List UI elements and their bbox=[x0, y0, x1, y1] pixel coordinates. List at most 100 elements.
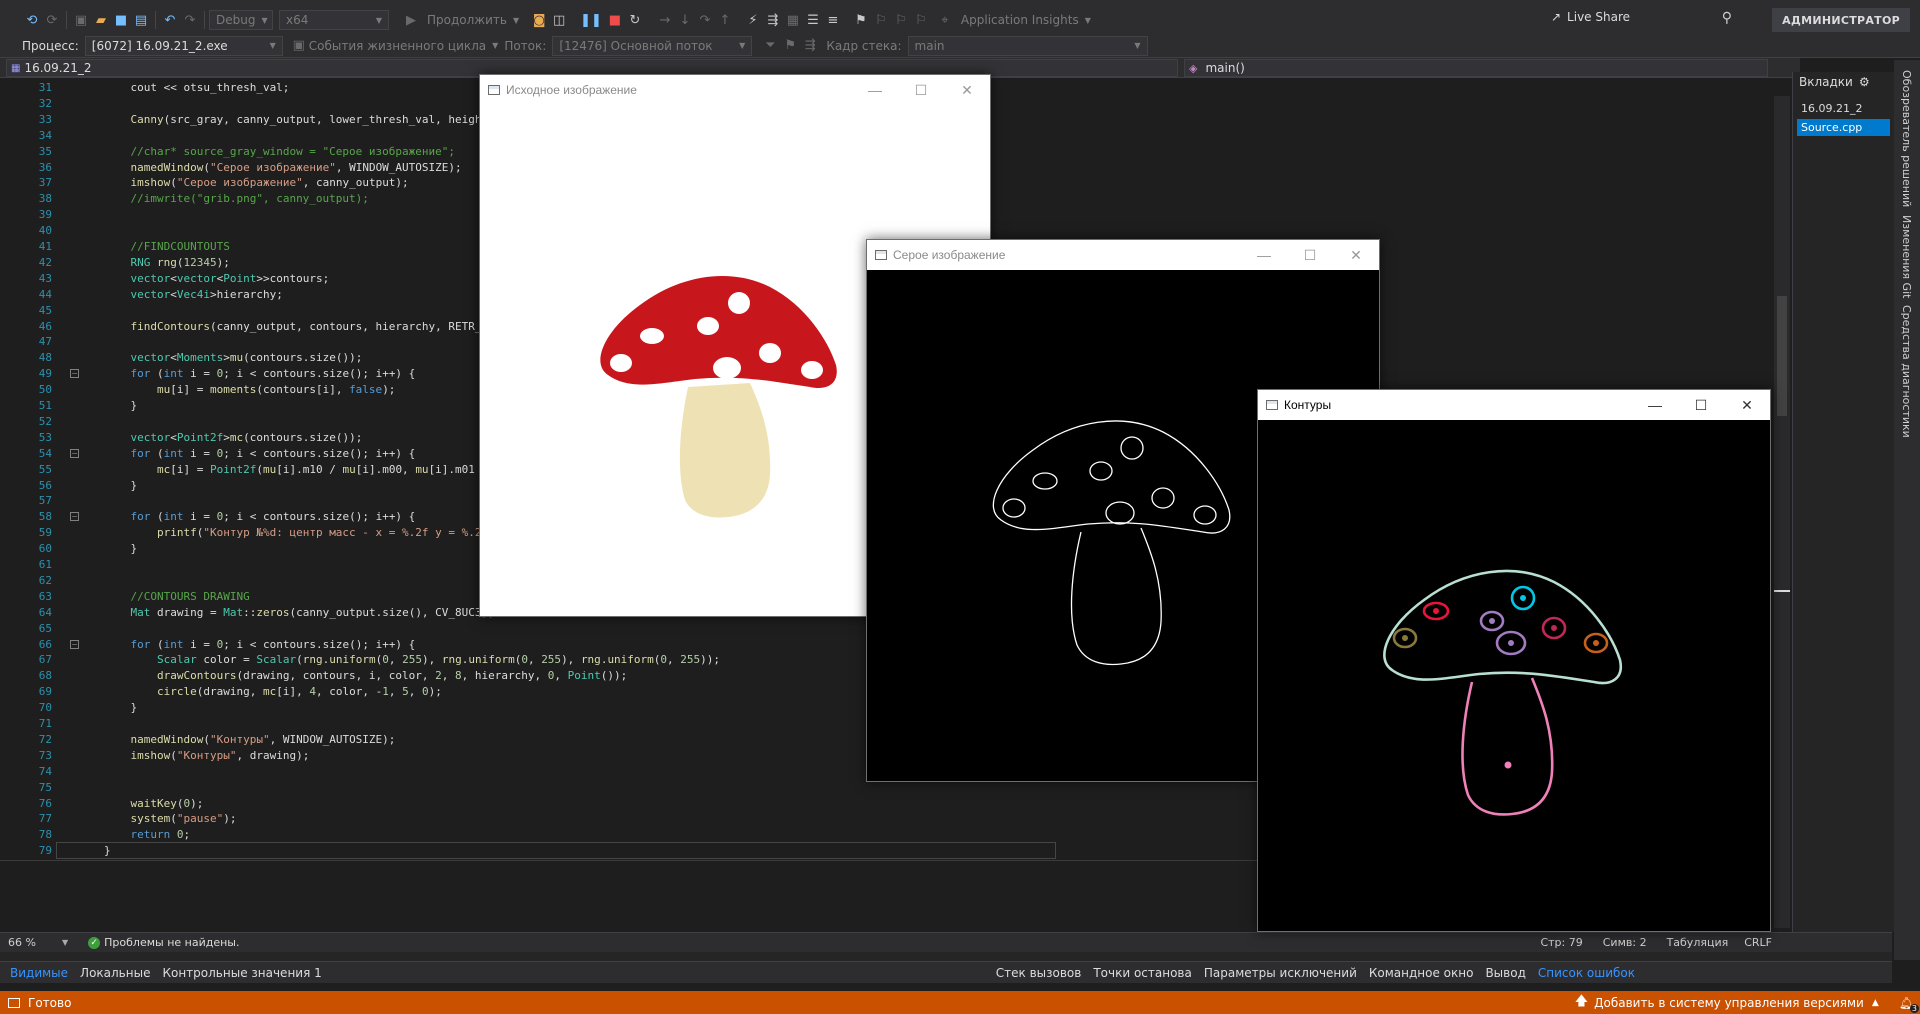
step-into-icon[interactable]: ↓ bbox=[675, 9, 695, 31]
code-line[interactable]: for (int i = 0; i < contours.size(); i++… bbox=[104, 366, 416, 382]
hot-reload-icon[interactable]: ⚡ bbox=[743, 9, 763, 31]
pause-icon[interactable]: ❚❚ bbox=[577, 9, 605, 31]
code-line[interactable]: //imwrite("grib.png", canny_output); bbox=[104, 191, 369, 207]
tab-command-window[interactable]: Командное окно bbox=[1363, 966, 1480, 980]
maximize-icon[interactable]: ☐ bbox=[898, 75, 944, 105]
redo-icon[interactable]: ↷ bbox=[180, 9, 200, 31]
tab-output[interactable]: Вывод bbox=[1479, 966, 1531, 980]
code-line[interactable]: } bbox=[104, 700, 137, 716]
tab-locals[interactable]: Локальные bbox=[74, 966, 156, 980]
code-line[interactable]: vector<Moments>mu(contours.size()); bbox=[104, 350, 363, 366]
code-line[interactable]: for (int i = 0; i < contours.size(); i++… bbox=[104, 509, 416, 525]
code-line[interactable]: RNG rng(12345); bbox=[104, 255, 230, 271]
tab-watch-1[interactable]: Контрольные значения 1 bbox=[156, 966, 327, 980]
code-line[interactable]: imshow("Контуры", drawing); bbox=[104, 748, 310, 764]
tab-project[interactable]: 16.09.21_2 bbox=[1797, 100, 1890, 117]
open-folder-icon[interactable]: ▰ bbox=[91, 9, 111, 31]
restart-icon[interactable]: ↻ bbox=[625, 9, 645, 31]
lifecycle-events-button[interactable]: События жизненного цикла bbox=[309, 39, 492, 53]
tab-exception-settings[interactable]: Параметры исключений bbox=[1198, 966, 1363, 980]
window-title-bar[interactable]: Исходное изображение — ☐ ✕ bbox=[480, 75, 990, 105]
forward-icon[interactable]: ⟳ bbox=[42, 9, 62, 31]
code-line[interactable]: waitKey(0); bbox=[104, 796, 204, 812]
maximize-icon[interactable]: ☐ bbox=[1678, 390, 1724, 420]
notifications-icon[interactable]: 🔔︎ 3 bbox=[1899, 996, 1919, 1013]
bookmark-prev-icon[interactable]: ⚐ bbox=[871, 9, 891, 31]
thread-icon[interactable]: ⇶ bbox=[763, 9, 783, 31]
back-icon[interactable]: ⟲ bbox=[22, 9, 42, 31]
gear-icon[interactable]: ⚙ bbox=[1859, 75, 1870, 89]
thread-combo[interactable]: [12476] Основной поток ▼ bbox=[552, 35, 753, 56]
bookmark-clear-icon[interactable]: ⚐ bbox=[911, 9, 931, 31]
maximize-icon[interactable]: ☐ bbox=[1287, 240, 1333, 270]
code-line[interactable]: //char* source_gray_window = "Серое изоб… bbox=[104, 144, 456, 160]
save-all-icon[interactable]: ▤ bbox=[131, 9, 151, 31]
scrollbar-thumb[interactable] bbox=[1777, 296, 1787, 416]
code-line[interactable]: vector<Point2f>mc(contours.size()); bbox=[104, 430, 363, 446]
attach-icon[interactable]: ◙ bbox=[529, 9, 549, 31]
code-line[interactable]: for (int i = 0; i < contours.size(); i++… bbox=[104, 637, 416, 653]
align-icon[interactable]: ☰ bbox=[803, 9, 823, 31]
user-account-button[interactable]: АДМИНИСТРАТОР bbox=[1772, 8, 1910, 32]
bookmark-icon[interactable]: ⚑ bbox=[851, 9, 871, 31]
filter-icon[interactable]: ⏷ bbox=[760, 35, 780, 57]
bookmark-next-icon[interactable]: ⚐ bbox=[891, 9, 911, 31]
code-line[interactable]: Canny(src_gray, canny_output, lower_thre… bbox=[104, 112, 489, 128]
tab-call-stack[interactable]: Стек вызовов bbox=[990, 966, 1088, 980]
live-share-button[interactable]: ↗ Live Share bbox=[1551, 10, 1630, 24]
code-line[interactable]: cout << otsu_thresh_val; bbox=[104, 80, 289, 96]
code-line[interactable]: findContours(canny_output, contours, hie… bbox=[104, 319, 489, 335]
fold-toggle-icon[interactable]: − bbox=[70, 512, 79, 522]
tab-autos[interactable]: Видимые bbox=[4, 966, 74, 980]
code-line[interactable]: //FINDCOUNTOUTS bbox=[104, 239, 230, 255]
code-line[interactable]: circle(drawing, mc[i], 4, color, -1, 5, … bbox=[104, 684, 442, 700]
comment-icon[interactable]: ≡ bbox=[823, 9, 843, 31]
add-to-source-control-button[interactable]: Добавить в систему управления версиями bbox=[1594, 996, 1864, 1010]
window-title-bar[interactable]: Контуры — ☐ ✕ bbox=[1258, 390, 1770, 420]
lifecycle-icon[interactable]: ▣ bbox=[289, 35, 309, 57]
save-icon[interactable]: ■ bbox=[111, 9, 131, 31]
indent-mode[interactable]: Табуляция bbox=[1657, 936, 1739, 949]
code-line[interactable]: namedWindow("Контуры", WINDOW_AUTOSIZE); bbox=[104, 732, 396, 748]
code-line[interactable]: imshow("Серое изображение", canny_output… bbox=[104, 175, 409, 191]
code-line[interactable]: Scalar color = Scalar(rng.uniform(0, 255… bbox=[104, 652, 720, 668]
line-ending[interactable]: CRLF bbox=[1738, 936, 1782, 949]
process-combo[interactable]: [6072] 16.09.21_2.exe ▼ bbox=[84, 35, 283, 56]
tab-breakpoints[interactable]: Точки останова bbox=[1087, 966, 1198, 980]
fold-toggle-icon[interactable]: − bbox=[70, 639, 79, 649]
code-line[interactable]: namedWindow("Серое изображение", WINDOW_… bbox=[104, 160, 462, 176]
fold-toggle-icon[interactable]: − bbox=[70, 369, 79, 379]
minimize-icon[interactable]: — bbox=[1241, 240, 1287, 270]
continue-icon[interactable]: ▶ bbox=[401, 9, 421, 31]
minimize-icon[interactable]: — bbox=[1632, 390, 1678, 420]
editor-vertical-scrollbar[interactable] bbox=[1774, 96, 1790, 928]
tasks-icon[interactable]: ▦ bbox=[783, 9, 803, 31]
solution-explorer-tab[interactable]: Обозреватель решений bbox=[1900, 70, 1913, 207]
code-line[interactable]: system("pause"); bbox=[104, 811, 237, 827]
continue-button[interactable]: Продолжить bbox=[421, 13, 513, 27]
problems-status[interactable]: Проблемы не найдены. bbox=[104, 936, 239, 949]
minimize-icon[interactable]: — bbox=[852, 75, 898, 105]
configuration-combo[interactable]: Debug ▼ bbox=[209, 10, 273, 30]
stop-icon[interactable]: ■ bbox=[605, 9, 625, 31]
code-line[interactable]: } bbox=[104, 541, 137, 557]
code-line[interactable]: vector<Vec4i>hierarchy; bbox=[104, 287, 283, 303]
code-line[interactable]: } bbox=[104, 478, 137, 494]
panel-splitter[interactable] bbox=[0, 952, 1892, 961]
window-title-bar[interactable]: Серое изображение — ☐ ✕ bbox=[867, 240, 1379, 270]
chevron-up-icon[interactable]: ▲ bbox=[1872, 998, 1879, 1008]
step-out-icon[interactable]: ↑ bbox=[715, 9, 735, 31]
code-line[interactable]: Mat drawing = Mat::zeros(canny_output.si… bbox=[104, 605, 495, 621]
close-icon[interactable]: ✕ bbox=[1333, 240, 1379, 270]
step-over-icon[interactable]: ↷ bbox=[695, 9, 715, 31]
code-line[interactable]: vector<vector<Point>>contours; bbox=[104, 271, 330, 287]
screenshot-icon[interactable]: ◫ bbox=[549, 9, 569, 31]
close-icon[interactable]: ✕ bbox=[1724, 390, 1770, 420]
zoom-combo[interactable]: 66 % bbox=[0, 936, 62, 949]
code-line[interactable]: drawContours(drawing, contours, i, color… bbox=[104, 668, 627, 684]
stack-frame-combo[interactable]: main ▼ bbox=[907, 35, 1148, 56]
step-icon[interactable]: → bbox=[655, 9, 675, 31]
code-line[interactable]: return 0; bbox=[104, 827, 191, 843]
code-line[interactable]: } bbox=[104, 398, 137, 414]
code-line[interactable]: printf("Контур №%d: центр масс - x = %.2… bbox=[104, 525, 488, 541]
